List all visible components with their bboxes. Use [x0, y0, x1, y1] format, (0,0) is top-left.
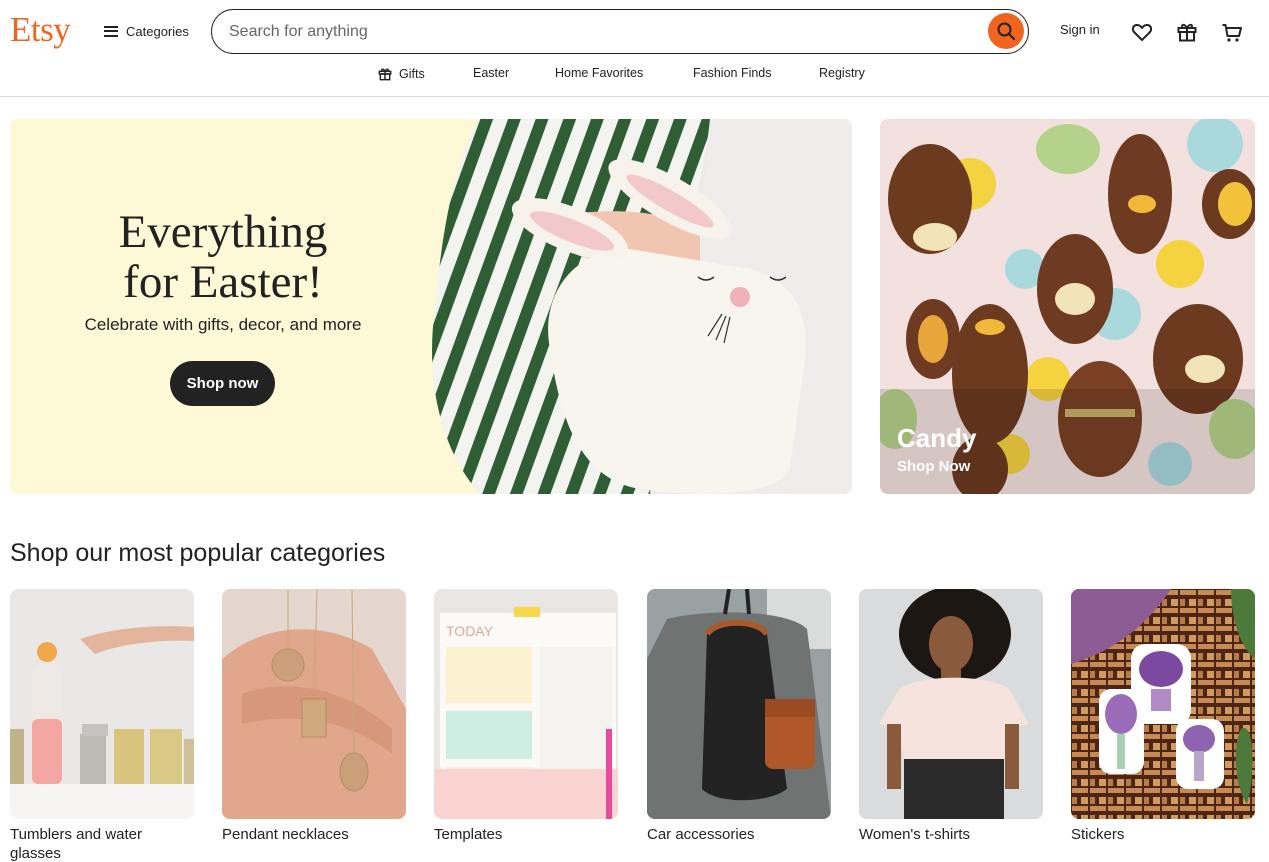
gift-icon — [1177, 23, 1197, 42]
category-image — [1071, 589, 1255, 819]
subnav-item-home-favorites[interactable]: Home Favorites — [555, 66, 643, 80]
category-image — [859, 589, 1043, 819]
candy-promo-card[interactable]: Candy Shop Now — [880, 119, 1255, 494]
hero-subtitle: Celebrate with gifts, decor, and more — [84, 315, 362, 334]
category-card-stickers[interactable]: Stickers — [1071, 589, 1255, 844]
svg-text:TODAY: TODAY — [446, 623, 494, 639]
categories-button[interactable]: Categories — [104, 20, 189, 42]
promo-shop-now-link[interactable]: Shop Now — [897, 458, 970, 475]
cart-icon — [1222, 24, 1242, 42]
category-card-car-accessories[interactable]: Car accessories — [647, 589, 831, 844]
popular-categories-title: Shop our most popular categories — [10, 539, 386, 567]
search-button[interactable] — [988, 13, 1024, 49]
category-label: Pendant necklaces — [222, 826, 349, 843]
gift-icon — [378, 68, 392, 81]
cart-button[interactable] — [1220, 20, 1244, 44]
subnav-item-gifts[interactable]: Gifts — [377, 66, 425, 82]
subnav-item-registry[interactable]: Registry — [819, 66, 865, 80]
sign-in-link[interactable]: Sign in — [1060, 22, 1100, 37]
etsy-logo[interactable]: Etsy — [10, 10, 71, 50]
category-card-womens-tshirts[interactable]: Women's t-shirts — [859, 589, 1043, 844]
category-image — [222, 589, 406, 819]
favorites-button[interactable] — [1130, 20, 1154, 44]
category-image: TODAY — [434, 589, 618, 819]
search-input[interactable] — [229, 22, 969, 41]
search-bar — [211, 9, 1029, 54]
category-image — [10, 589, 194, 819]
category-image — [647, 589, 831, 819]
shop-now-button[interactable]: Shop now — [170, 361, 275, 406]
category-label: Car accessories — [647, 826, 755, 843]
hero-banner: Everything for Easter! Celebrate with gi… — [10, 119, 852, 494]
menu-icon — [104, 25, 118, 37]
category-card-tumblers[interactable]: Tumblers and water glasses — [10, 589, 194, 862]
site-header: Etsy Categories Sign in — [0, 0, 1269, 97]
categories-label: Categories — [126, 23, 189, 39]
category-card-templates[interactable]: TODAY Templates — [434, 589, 618, 844]
category-label: Women's t-shirts — [859, 826, 970, 843]
category-label: Stickers — [1071, 826, 1125, 843]
category-card-pendant-necklaces[interactable]: Pendant necklaces — [222, 589, 406, 844]
promo-title: Candy — [897, 423, 977, 453]
subnav-item-easter[interactable]: Easter — [473, 66, 509, 80]
heart-icon — [1131, 23, 1153, 41]
category-label: Tumblers and water glasses — [10, 826, 142, 862]
hero-title: Everything for Easter! — [118, 206, 328, 308]
sub-navigation: Gifts Easter Home Favorites Fashion Find… — [0, 64, 1269, 84]
subnav-label: Gifts — [399, 67, 425, 81]
gift-button[interactable] — [1175, 20, 1199, 44]
category-label: Templates — [434, 826, 503, 843]
search-icon — [997, 22, 1016, 41]
subnav-item-fashion-finds[interactable]: Fashion Finds — [693, 66, 772, 80]
